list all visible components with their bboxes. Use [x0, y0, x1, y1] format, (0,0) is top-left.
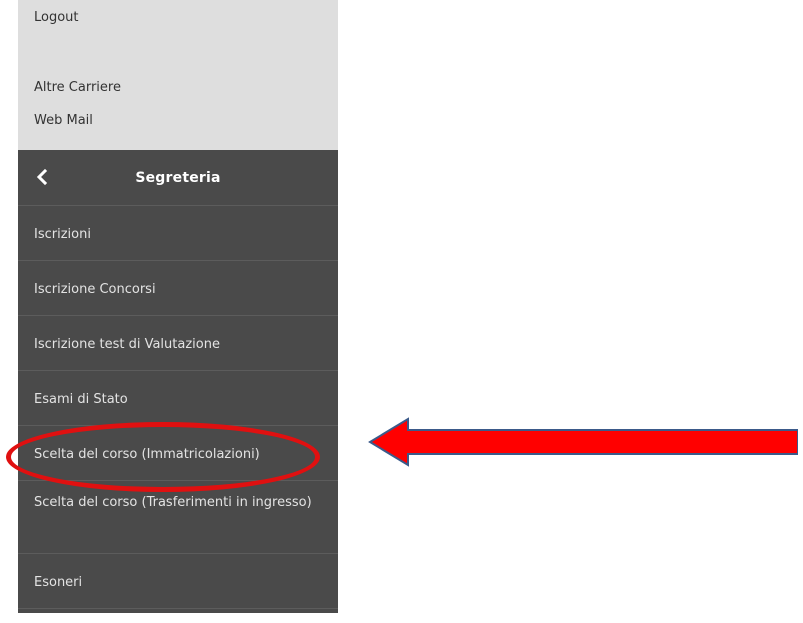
- sidebar-top-section: Logout Altre Carriere Web Mail: [18, 0, 338, 150]
- menu-header: Segreteria: [18, 150, 338, 206]
- menu-item-iscrizioni[interactable]: Iscrizioni: [18, 206, 338, 261]
- altre-carriere-link[interactable]: Altre Carriere: [34, 80, 121, 95]
- menu-item-label: Iscrizioni: [34, 227, 91, 242]
- menu-item-label: Esoneri: [34, 575, 83, 590]
- menu-item-label: Scelta del corso (Immatricolazioni): [34, 447, 260, 462]
- sidebar: Logout Altre Carriere Web Mail Segreteri…: [18, 0, 338, 613]
- menu-title: Segreteria: [135, 170, 221, 186]
- menu-item-label: Iscrizione Concorsi: [34, 282, 156, 297]
- menu-item-scelta-corso-immatricolazioni[interactable]: Scelta del corso (Immatricolazioni): [18, 426, 338, 481]
- menu-item-esoneri[interactable]: Esoneri: [18, 554, 338, 609]
- red-arrow-annotation: [368, 417, 798, 467]
- page: Logout Altre Carriere Web Mail Segreteri…: [0, 0, 803, 623]
- menu-item-esami-di-stato[interactable]: Esami di Stato: [18, 371, 338, 426]
- menu-item-label: Scelta del corso (Trasferimenti in ingre…: [34, 495, 312, 510]
- menu-item-iscrizione-test-valutazione[interactable]: Iscrizione test di Valutazione: [18, 316, 338, 371]
- logout-link[interactable]: Logout: [34, 10, 79, 25]
- segreteria-menu: Segreteria Iscrizioni Iscrizione Concors…: [18, 150, 338, 613]
- web-mail-link[interactable]: Web Mail: [34, 113, 93, 128]
- menu-item-scelta-corso-trasferimenti[interactable]: Scelta del corso (Trasferimenti in ingre…: [18, 481, 338, 554]
- menu-item-label: Esami di Stato: [34, 392, 128, 407]
- menu-item-iscrizione-concorsi[interactable]: Iscrizione Concorsi: [18, 261, 338, 316]
- menu-item-label: Iscrizione test di Valutazione: [34, 337, 220, 352]
